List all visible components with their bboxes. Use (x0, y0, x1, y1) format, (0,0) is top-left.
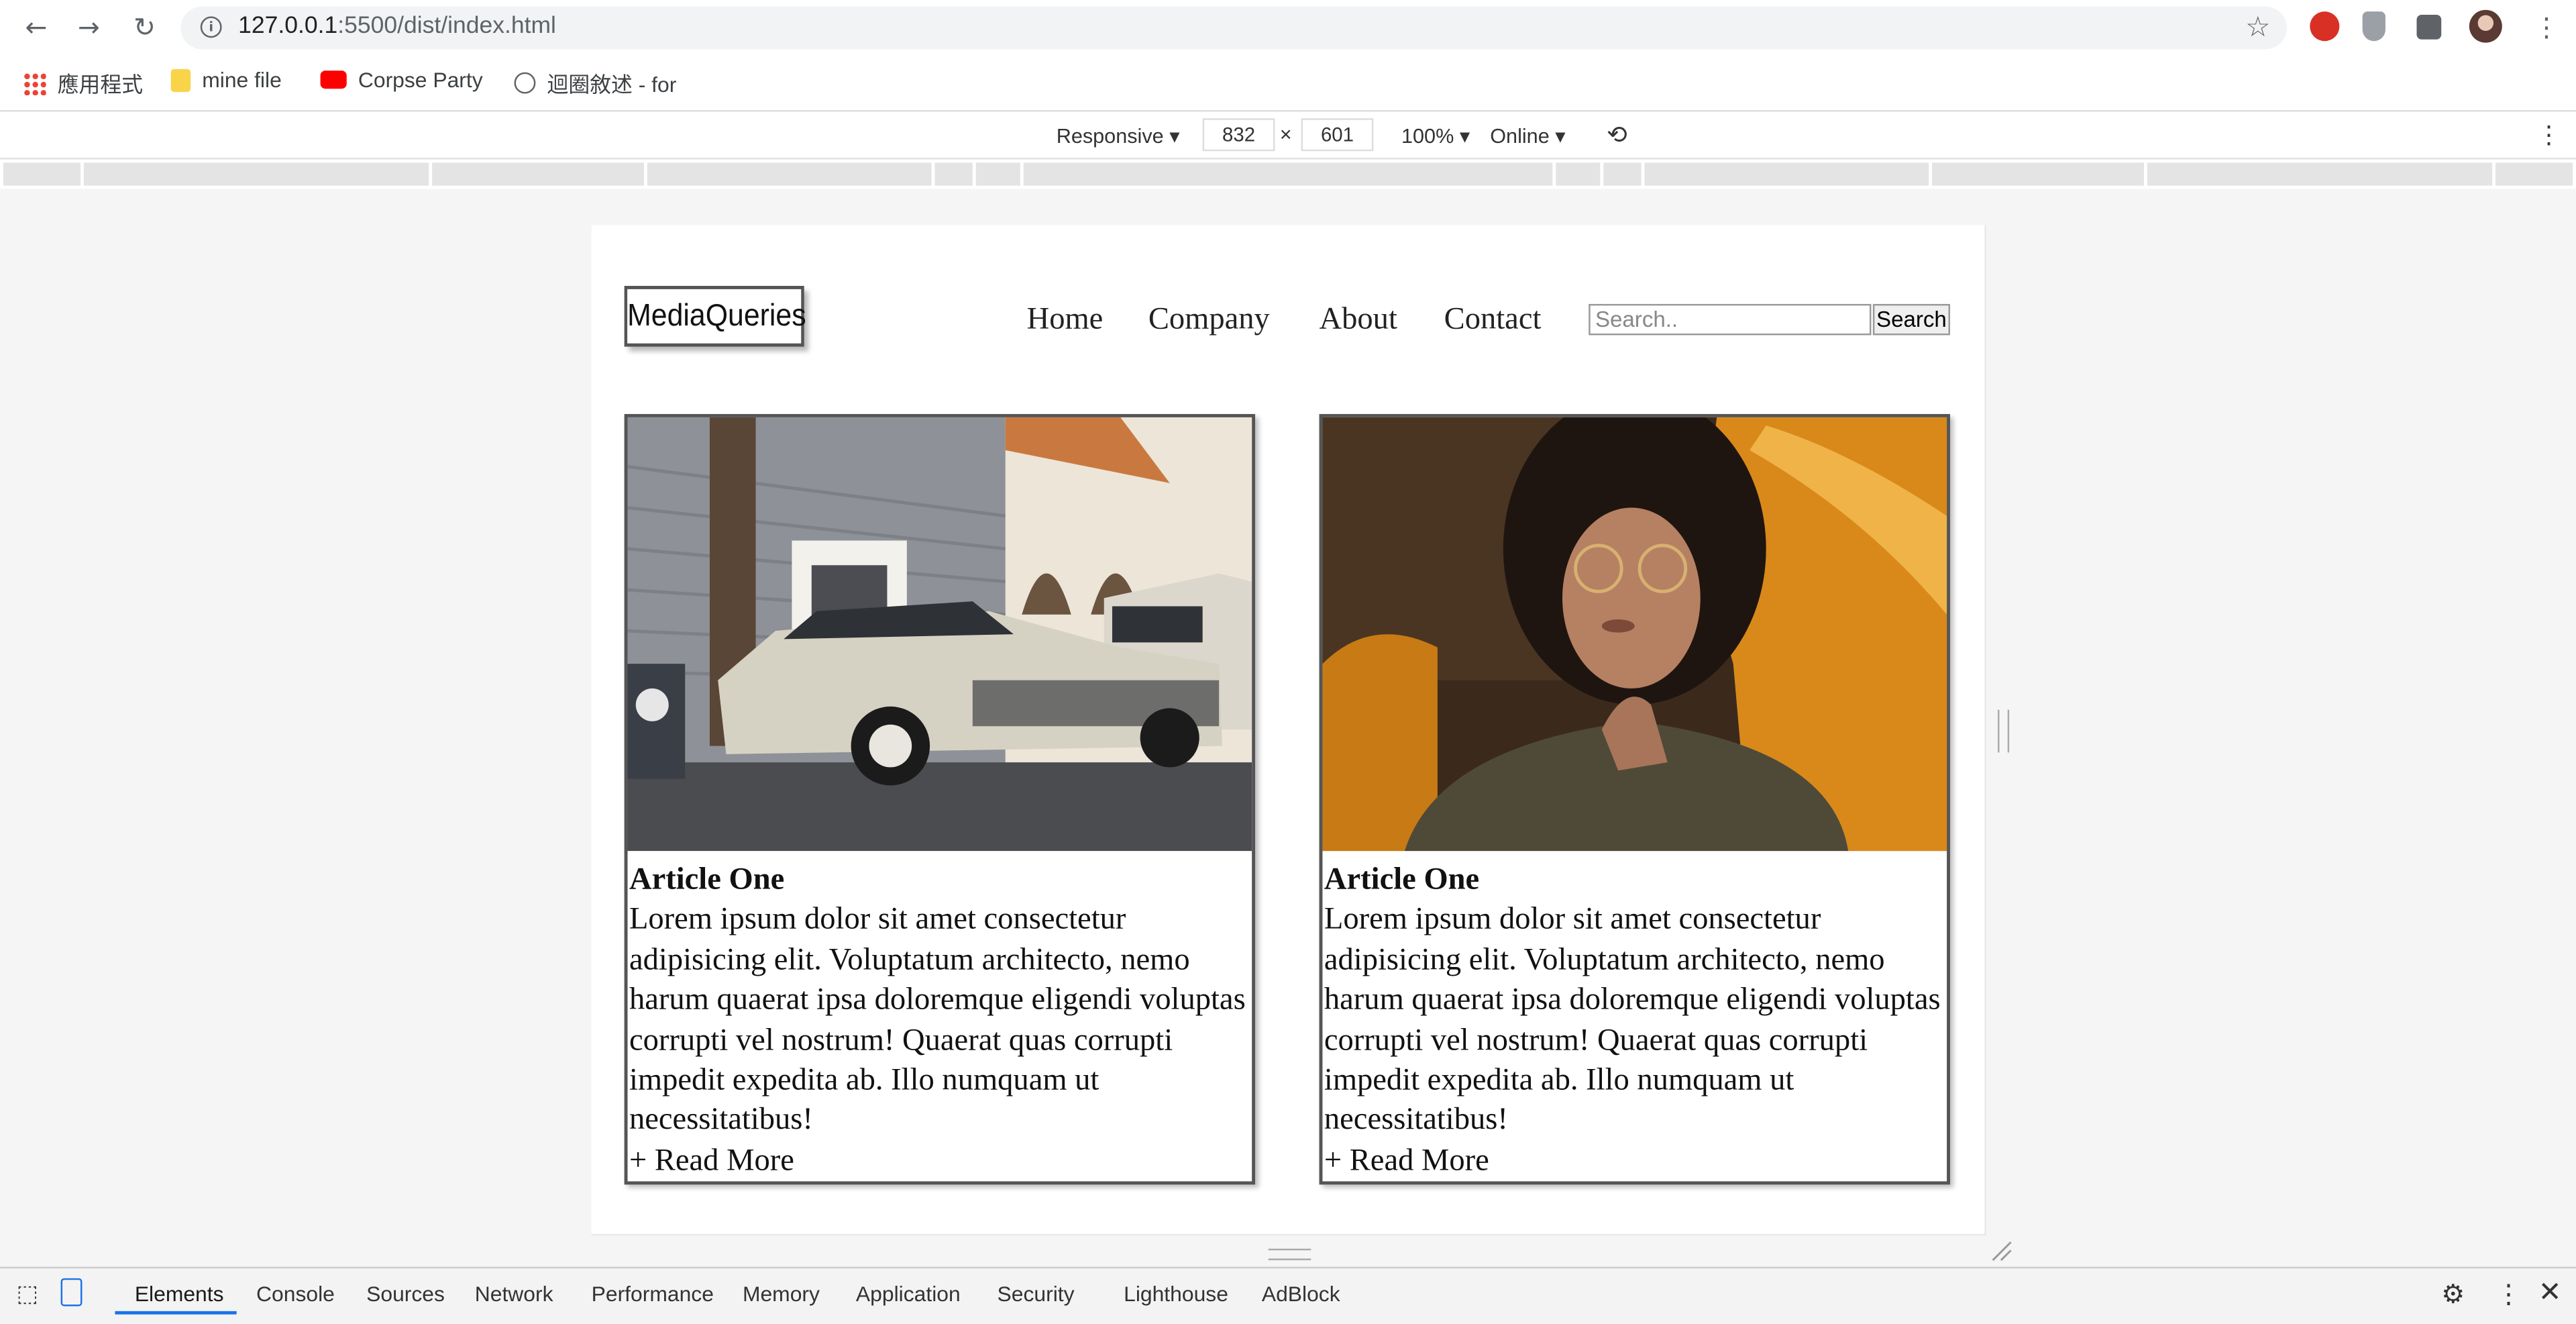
nav-about[interactable]: About (1320, 303, 1397, 339)
active-tab-indicator (115, 1311, 237, 1315)
article-card: Article One Lorem ipsum dolor sit amet c… (1319, 413, 1950, 1185)
media-query-segment[interactable] (1556, 162, 1601, 186)
media-query-segment[interactable] (432, 162, 645, 186)
youtube-icon (320, 70, 347, 89)
tab-security[interactable]: Security (998, 1282, 1075, 1307)
tab-lighthouse[interactable]: Lighthouse (1124, 1282, 1228, 1307)
tab-network[interactable]: Network (475, 1282, 553, 1307)
article-text: Article One Lorem ipsum dolor sit amet c… (629, 861, 1250, 1182)
device-toolbar-menu-icon[interactable]: ⋮ (2536, 120, 2561, 150)
article-title: Article One (1324, 862, 1480, 897)
media-query-segment[interactable] (975, 162, 1020, 186)
forward-arrow-icon[interactable]: → (72, 12, 105, 43)
profile-avatar[interactable] (2469, 9, 2502, 43)
viewport-resize-corner-icon[interactable] (1990, 1239, 2012, 1262)
dimension-separator: × (1279, 123, 1292, 146)
bookmark-for-loop[interactable]: 迴圈敘述 - for (514, 67, 677, 99)
read-more-link[interactable]: + Read More (629, 1141, 1250, 1182)
tab-memory[interactable]: Memory (743, 1282, 820, 1307)
media-query-segment[interactable] (2496, 162, 2573, 186)
url-host: 127.0.0.1 (238, 13, 338, 40)
devtools-menu-icon[interactable]: ⋮ (2496, 1278, 2522, 1311)
address-bar[interactable]: i 127.0.0.1:5500/dist/index.html ☆ (180, 6, 2288, 50)
classic-car-photo (627, 417, 1252, 852)
bookmark-label: mine file (202, 67, 282, 93)
media-query-bar (0, 159, 2576, 189)
nav-company[interactable]: Company (1148, 303, 1270, 339)
bookmark-corpse-party[interactable]: Corpse Party (320, 67, 483, 93)
article-body: Lorem ipsum dolor sit amet consectetur a… (629, 903, 1246, 1138)
bookmark-apps[interactable]: 應用程式 (23, 67, 143, 99)
devtools-panel: ⬚ Elements Console Sources Network Perfo… (0, 1266, 2576, 1324)
bookmark-label: Corpse Party (358, 67, 483, 93)
viewport-page: MediaQueries Home Company About Contact … (591, 225, 1986, 1236)
browser-menu-icon[interactable]: ⋮ (2530, 12, 2563, 43)
bookmark-label: 應用程式 (57, 72, 144, 97)
article-title: Article One (629, 862, 785, 897)
tab-elements[interactable]: Elements (135, 1282, 224, 1307)
zoom-label: 100% (1401, 125, 1454, 148)
device-toolbar: Responsive ▾ 832 × 601 100% ▾ Online ▾ ⟲… (0, 111, 2576, 160)
info-icon[interactable]: i (200, 16, 222, 38)
url-path: :5500/dist/index.html (337, 13, 556, 40)
search-button[interactable]: Search (1872, 303, 1950, 336)
viewport-width-input[interactable]: 832 (1202, 118, 1275, 152)
browser-toolbar: ← → ↻ i 127.0.0.1:5500/dist/index.html ☆… (0, 0, 2576, 56)
reload-icon[interactable]: ↻ (128, 12, 161, 43)
media-query-segment[interactable] (647, 162, 932, 186)
site-logo[interactable]: MediaQueries (624, 286, 806, 347)
media-query-segment[interactable] (1023, 162, 1553, 186)
tab-console[interactable]: Console (256, 1282, 335, 1307)
woman-with-orange-car-photo (1322, 417, 1947, 852)
device-mode-label: Responsive (1056, 125, 1164, 148)
read-more-link[interactable]: + Read More (1324, 1141, 1945, 1182)
tab-adblock[interactable]: AdBlock (1262, 1282, 1340, 1307)
media-query-segment[interactable] (934, 162, 973, 186)
tab-application[interactable]: Application (856, 1282, 961, 1307)
article-text: Article One Lorem ipsum dolor sit amet c… (1324, 861, 1945, 1182)
inspect-element-icon[interactable]: ⬚ (16, 1280, 38, 1308)
shield-extension-icon[interactable] (2362, 11, 2385, 42)
adblock-extension-icon[interactable] (2310, 11, 2340, 42)
url-text[interactable]: 127.0.0.1:5500/dist/index.html (238, 13, 556, 40)
search-input[interactable]: Search.. (1589, 303, 1872, 336)
viewport-resize-handle-right[interactable] (1997, 709, 2010, 753)
article-card: Article One Lorem ipsum dolor sit amet c… (624, 413, 1256, 1185)
media-query-segment[interactable] (1603, 162, 1642, 186)
media-query-segment[interactable] (3, 162, 81, 186)
network-throttle-select[interactable]: Online ▾ (1490, 123, 1565, 148)
apps-grid-icon (23, 71, 46, 95)
nav-contact[interactable]: Contact (1444, 303, 1542, 339)
bookmark-label: 迴圈敘述 - for (547, 72, 677, 97)
media-query-segment[interactable] (1932, 162, 2144, 186)
back-arrow-icon[interactable]: ← (19, 12, 52, 43)
tab-sources[interactable]: Sources (366, 1282, 445, 1307)
nav-home[interactable]: Home (1027, 303, 1104, 339)
settings-gear-icon[interactable]: ⚙ (2441, 1278, 2465, 1311)
zoom-select[interactable]: 100% ▾ (1401, 123, 1470, 148)
viewport-height-input[interactable]: 601 (1301, 118, 1374, 152)
media-query-segment[interactable] (83, 162, 429, 186)
network-label: Online (1490, 125, 1550, 148)
extensions-puzzle-icon[interactable] (2416, 15, 2442, 40)
device-mode-select[interactable]: Responsive ▾ (1057, 123, 1180, 148)
bookmark-star-icon[interactable]: ☆ (2245, 11, 2270, 44)
close-devtools-icon[interactable]: ✕ (2538, 1276, 2562, 1309)
bookmarks-bar: 應用程式 mine file Corpse Party 迴圈敘述 - for (0, 56, 2576, 112)
viewport-resize-handle-bottom[interactable] (1268, 1248, 1311, 1260)
article-body: Lorem ipsum dolor sit amet consectetur a… (1324, 903, 1941, 1138)
device-toggle-icon[interactable] (60, 1278, 83, 1307)
folder-icon (170, 68, 191, 91)
rotate-icon[interactable]: ⟲ (1607, 120, 1627, 150)
bookmark-mine-file[interactable]: mine file (170, 67, 282, 93)
media-query-segment[interactable] (2147, 162, 2493, 186)
globe-icon (514, 72, 536, 94)
media-query-segment[interactable] (1644, 162, 1929, 186)
tab-performance[interactable]: Performance (592, 1282, 714, 1307)
